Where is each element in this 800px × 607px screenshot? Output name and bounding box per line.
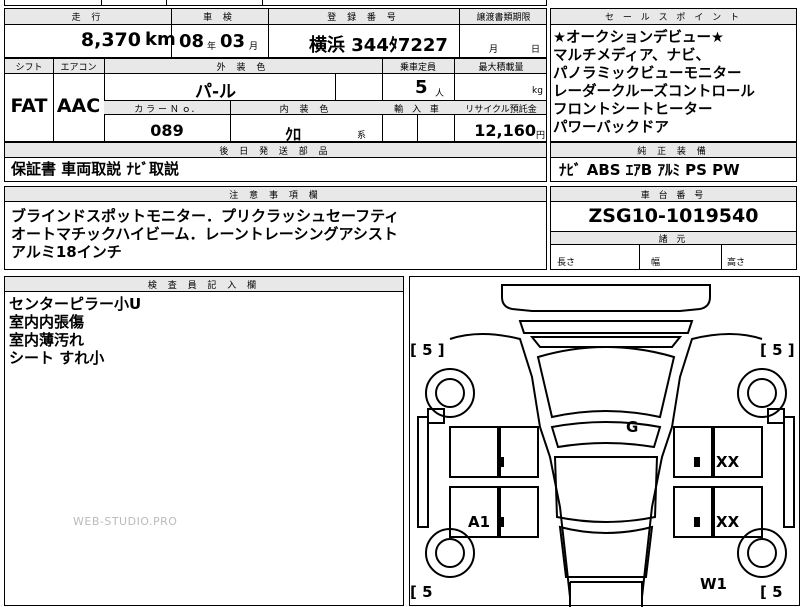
recycle-value: 12,160 xyxy=(474,121,536,140)
sales-point-line: マルチメディア、ナビ、 xyxy=(553,48,711,64)
color-no-value: 089 xyxy=(150,121,184,140)
later-parts-label: 後 日 発 送 部 品 xyxy=(219,147,332,157)
capacity-unit: 人 xyxy=(435,89,445,99)
mileage-value: 8,370 xyxy=(80,29,141,51)
shift-value: FAT xyxy=(10,95,48,117)
car-diagram-box: [ 5 ] [ 5 ] [ 5 [ 5 G XX XX A1 W1 xyxy=(409,276,800,607)
width-label: 幅 xyxy=(651,258,661,268)
inspector-label: 検 査 員 記 入 欄 xyxy=(147,281,261,291)
shaken-year-unit: 年 xyxy=(207,42,217,52)
color-no-label: カ ラ ー Ｎ ｏ． xyxy=(134,105,200,115)
sales-points-lines: ★オークションデビュー★ マルチメディア、ナビ、 パノラミックビューモニター レ… xyxy=(553,29,755,137)
sales-points-box: セ ー ル ス ポ イ ン ト ★オークションデビュー★ マルチメディア、ナビ、… xyxy=(550,8,797,142)
damage-mark-g: G xyxy=(626,418,639,436)
tire-rear-right-label: [ 5 xyxy=(760,583,783,601)
damage-mark-w1: W1 xyxy=(700,575,727,593)
notes-label: 注 意 事 項 欄 xyxy=(229,191,322,201)
aircon-label: エアコン xyxy=(60,63,97,73)
note-line: ブラインドスポットモニター．プリクラッシュセーフティ xyxy=(11,207,400,225)
tire-rear-left-label: [ 5 xyxy=(410,583,433,601)
top-strip xyxy=(4,0,547,6)
sales-point-line: パノラミックビューモニター xyxy=(553,66,742,82)
shaken-year: 08 xyxy=(179,31,205,52)
max-load-unit: kg xyxy=(532,86,543,96)
notes-lines: ブラインドスポットモニター．プリクラッシュセーフティ オートマチックハイビーム．… xyxy=(11,207,399,261)
max-load-label: 最大積載量 xyxy=(478,63,524,73)
capacity-label: 乗車定員 xyxy=(399,63,436,73)
height-label: 高さ xyxy=(727,258,746,268)
sales-point-line: パワーバックドア xyxy=(553,120,669,136)
registration-value: 横浜 344ﾀ7227 xyxy=(309,35,448,56)
shaken-label: 車 検 xyxy=(203,13,236,23)
later-parts-box: 後 日 発 送 部 品 保証書 車両取説 ﾅﾋﾞ取説 xyxy=(4,142,547,182)
vehicle-info-row1: 走 行 車 検 登 録 番 号 譲渡書類期限 8,370 km 08 年 03 … xyxy=(4,8,547,58)
transfer-deadline-label: 譲渡書類期限 xyxy=(476,13,531,23)
import-label: 輸 入 車 xyxy=(394,105,442,115)
genuine-equipment-value: ﾅﾋﾞ ABS ｴｱB ｱﾙﾐ PS PW xyxy=(559,161,740,179)
interior-color-label: 内 装 色 xyxy=(279,105,333,115)
chassis-number: ZSG10-1019540 xyxy=(588,205,759,227)
genuine-equipment-label: 純 正 装 備 xyxy=(637,147,710,157)
damage-mark-xx-lower: XX xyxy=(716,513,740,531)
mileage-label: 走 行 xyxy=(71,13,105,23)
inspector-box: 検 査 員 記 入 欄 センターピラー小U 室内内張傷 室内薄汚れ シート すれ… xyxy=(4,276,404,606)
sales-point-line: ★オークションデビュー★ xyxy=(553,30,724,46)
shaken-month-unit: 月 xyxy=(249,42,259,52)
car-diagram xyxy=(417,284,795,607)
genuine-equipment-box: 純 正 装 備 ﾅﾋﾞ ABS ｴｱB ｱﾙﾐ PS PW xyxy=(550,142,797,182)
shaken-month: 03 xyxy=(220,31,246,52)
note-line: オートマチックハイビーム．レーントレーシングアシスト xyxy=(11,225,398,243)
interior-color-unit: 系 xyxy=(357,131,367,141)
tire-front-right-label: [ 5 ] xyxy=(760,341,795,359)
specs-label: 諸 元 xyxy=(658,235,689,245)
inspector-line: シート すれ小 xyxy=(9,349,105,367)
chassis-label: 車 台 番 号 xyxy=(640,191,707,201)
recycle-unit: 円 xyxy=(536,131,546,141)
inspector-line: 室内薄汚れ xyxy=(9,331,85,349)
aircon-value: AAC xyxy=(56,95,101,117)
mileage-unit: km xyxy=(145,29,176,50)
vehicle-info-row2: シフト エアコン 外 装 色 乗車定員 最大積載量 FAT AAC パ-ル 5 … xyxy=(4,58,547,144)
damage-mark-a1: A1 xyxy=(468,513,491,531)
shift-label: シフト xyxy=(15,63,43,73)
recycle-label: リサイクル預託金 xyxy=(465,105,537,115)
sales-point-line: フロントシートヒーター xyxy=(553,102,713,118)
inspector-line: センターピラー小U xyxy=(9,295,142,313)
tire-front-left-label: [ 5 ] xyxy=(410,341,445,359)
sales-point-line: レーダークルーズコントロール xyxy=(553,84,755,100)
chassis-box: 車 台 番 号 ZSG10-1019540 諸 元 長さ 幅 高さ xyxy=(550,186,797,270)
transfer-month-unit: 月 xyxy=(489,45,499,55)
watermark: WEB-STUDIO.PRO xyxy=(73,515,178,528)
damage-mark-xx-upper: XX xyxy=(716,453,740,471)
length-label: 長さ xyxy=(557,258,576,268)
inspector-lines: センターピラー小U 室内内張傷 室内薄汚れ シート すれ小 xyxy=(9,295,141,367)
transfer-day-unit: 日 xyxy=(531,45,541,55)
later-parts-value: 保証書 車両取説 ﾅﾋﾞ取説 xyxy=(11,160,179,178)
registration-label: 登 録 番 号 xyxy=(327,13,400,23)
sales-points-label: セ ー ル ス ポ イ ン ト xyxy=(604,13,743,23)
exterior-color-label: 外 装 色 xyxy=(216,63,270,73)
capacity-value: 5 xyxy=(415,77,428,98)
inspector-line: 室内内張傷 xyxy=(9,313,85,331)
note-line: アルミ18インチ xyxy=(11,243,122,261)
notes-box: 注 意 事 項 欄 ブラインドスポットモニター．プリクラッシュセーフティ オート… xyxy=(4,186,547,270)
exterior-color-value: パ-ル xyxy=(195,82,237,102)
